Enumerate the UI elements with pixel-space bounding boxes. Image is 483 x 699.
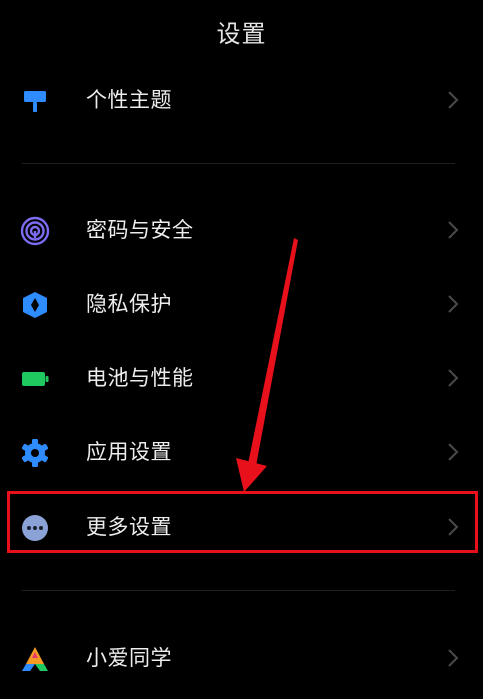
- settings-item-label: 电池与性能: [86, 366, 194, 390]
- settings-item-xiaoai[interactable]: 小爱同学: [0, 628, 483, 688]
- settings-item-app-settings[interactable]: 应用设置: [0, 422, 483, 482]
- settings-item-privacy[interactable]: 隐私保护: [0, 274, 483, 334]
- page-title: 设置: [216, 20, 267, 48]
- section-divider: [22, 163, 455, 164]
- settings-item-battery-performance[interactable]: 电池与性能: [0, 348, 483, 408]
- chevron-right-icon: [448, 649, 459, 667]
- settings-item-label: 密码与安全: [86, 218, 194, 242]
- chevron-right-icon: [448, 221, 459, 239]
- paint-brush-icon: [24, 91, 46, 112]
- privacy-shield-icon: [23, 292, 47, 318]
- chevron-right-icon: [448, 443, 459, 461]
- more-dots-icon: [22, 515, 48, 541]
- settings-item-label: 个性主题: [86, 88, 172, 112]
- settings-item-theme[interactable]: 个性主题: [0, 70, 483, 130]
- fingerprint-icon: [20, 216, 50, 246]
- settings-item-label: 应用设置: [86, 440, 172, 464]
- chevron-right-icon: [448, 518, 459, 536]
- chevron-right-icon: [448, 369, 459, 387]
- section-divider: [22, 590, 455, 591]
- settings-item-label: 隐私保护: [86, 292, 172, 316]
- gear-icon: [21, 439, 49, 467]
- settings-item-more-settings[interactable]: 更多设置: [0, 497, 483, 557]
- settings-item-label: 更多设置: [86, 515, 172, 539]
- xiaoai-logo-icon: [22, 647, 48, 671]
- settings-item-label: 小爱同学: [86, 646, 172, 670]
- chevron-right-icon: [448, 91, 459, 109]
- settings-item-password-security[interactable]: 密码与安全: [0, 200, 483, 260]
- battery-icon: [22, 372, 49, 386]
- chevron-right-icon: [448, 295, 459, 313]
